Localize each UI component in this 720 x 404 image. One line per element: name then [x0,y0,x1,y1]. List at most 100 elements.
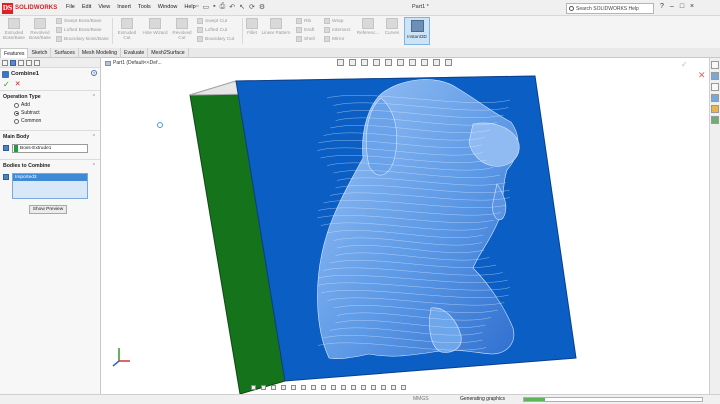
options-icon[interactable]: ⚙ [259,3,265,11]
ok-button[interactable]: ✓ [3,81,10,89]
draft-button[interactable]: Draft [296,27,314,33]
zoom-area-icon[interactable] [349,59,356,66]
print-icon[interactable]: ⎙ [220,3,226,11]
previous-view-icon[interactable] [361,59,368,66]
open-file-icon[interactable]: ▭ [202,3,209,11]
view-icon[interactable] [341,385,346,390]
menu-file[interactable]: File [66,4,75,10]
zoom-to-fit-icon[interactable] [337,59,344,66]
radio-common[interactable]: Common [0,118,100,130]
tab-mesh2surface[interactable]: Mesh2Surface [148,48,189,58]
cancel-button[interactable]: ✕ [15,81,21,89]
bodies-to-combine-group[interactable]: Bodies to Combine ⌃ [0,159,100,171]
view-palette-icon[interactable] [711,94,719,102]
view-icon[interactable] [261,385,266,390]
feature-manager-icon[interactable] [2,60,8,66]
radio-subtract[interactable]: Subtract [0,110,100,118]
maximize-icon[interactable]: □ [680,3,684,10]
search-field[interactable]: Search SOLIDWORKS Help [566,3,654,14]
boundary-cut-button[interactable]: Boundary Cut [197,36,234,42]
view-orientation-icon[interactable] [385,59,392,66]
solidworks-resources-icon[interactable] [711,61,719,69]
curves-button[interactable]: Curves [383,18,401,35]
tab-mesh-modeling[interactable]: Mesh Modeling [79,48,122,58]
view-icon[interactable] [251,385,256,390]
fillet-button[interactable]: Fillet [245,18,259,35]
minimize-icon[interactable]: – [670,3,674,10]
close-icon[interactable]: × [690,3,694,10]
main-body-selection[interactable]: Boss-Extrude1 [12,144,88,153]
model-view[interactable] [101,58,709,394]
bodies-selection-list[interactable]: Imported3 [12,173,88,199]
dimxpert-icon[interactable] [26,60,32,66]
appearance-icon[interactable] [34,60,40,66]
chevron-up-icon[interactable]: ⌃ [92,94,96,100]
tab-sketch[interactable]: Sketch [28,48,52,58]
help-icon[interactable]: ? [91,70,97,76]
view-icon[interactable] [301,385,306,390]
confirm-cancel-icon[interactable]: ✕ [698,70,706,81]
display-style-icon[interactable] [397,59,404,66]
hole-wizard-button[interactable]: Hole Wizard [142,18,168,35]
chevron-up-icon[interactable]: ⌃ [92,134,96,140]
shell-button[interactable]: Shell [296,36,315,42]
solidworks-logo[interactable]: DS SOLIDWORKS [2,2,57,14]
menu-window[interactable]: Window [158,4,178,10]
view-icon[interactable] [331,385,336,390]
help-icon[interactable]: ? [660,3,664,10]
menu-view[interactable]: View [98,4,110,10]
view-icon[interactable] [401,385,406,390]
view-icon[interactable] [311,385,316,390]
boundary-boss-button[interactable]: Boundary Boss/Base [56,36,109,42]
tab-surfaces[interactable]: Surfaces [51,48,79,58]
view-icon[interactable] [351,385,356,390]
menu-insert[interactable]: Insert [117,4,131,10]
view-icon[interactable] [361,385,366,390]
menu-help[interactable]: Help [184,4,195,10]
view-icon[interactable] [381,385,386,390]
view-icon[interactable] [321,385,326,390]
new-file-icon[interactable]: ▫ [196,3,198,11]
menu-tools[interactable]: Tools [138,4,151,10]
view-icon[interactable] [391,385,396,390]
appearances-icon[interactable] [711,105,719,113]
mirror-button[interactable]: Mirror [324,36,345,42]
intersect-button[interactable]: Intersect [324,27,350,33]
lofted-boss-button[interactable]: Lofted Boss/Base [56,27,102,33]
save-icon[interactable]: ▪ [213,3,215,11]
feature-tree-flyout[interactable]: Part1 (Default<<Def... [105,60,162,66]
select-icon[interactable]: ↖ [239,3,245,11]
list-item[interactable]: Imported3 [13,174,87,181]
tab-features[interactable]: Features [0,48,29,58]
custom-properties-icon[interactable] [711,116,719,124]
wrap-button[interactable]: Wrap [324,18,343,24]
radio-button[interactable] [14,102,19,108]
swept-boss-button[interactable]: Swept Boss/Base [56,18,102,24]
scene-icon[interactable] [433,59,440,66]
property-manager-icon[interactable] [10,60,16,66]
view-icon[interactable] [281,385,286,390]
radio-button-selected[interactable] [14,110,19,116]
view-icon[interactable] [291,385,296,390]
configuration-manager-icon[interactable] [18,60,24,66]
edit-appearance-icon[interactable] [421,59,428,66]
design-library-icon[interactable] [711,72,719,80]
revolved-cut-button[interactable]: Revolved Cut [171,18,193,40]
extruded-boss-button[interactable]: Extruded Boss/Base [2,18,26,40]
operation-type-group[interactable]: Operation Type ⌃ [0,90,100,102]
radio-add[interactable]: Add [0,102,100,110]
file-explorer-icon[interactable] [711,83,719,91]
view-settings-icon[interactable] [445,59,452,66]
revolved-boss-button[interactable]: Revolved Boss/Base [28,18,52,40]
rebuild-icon[interactable]: ⟳ [249,3,255,11]
swept-cut-button[interactable]: Swept Cut [197,18,227,24]
lofted-cut-button[interactable]: Lofted Cut [197,27,227,33]
tab-evaluate[interactable]: Evaluate [121,48,149,58]
show-preview-button[interactable]: Show Preview [29,205,67,214]
chevron-up-icon[interactable]: ⌃ [92,163,96,169]
section-view-icon[interactable] [373,59,380,66]
instant3d-button[interactable]: Instant3D [404,17,430,45]
main-body-group[interactable]: Main Body ⌃ [0,130,100,142]
confirm-ok-icon[interactable]: ✓ [681,60,688,69]
undo-icon[interactable]: ↶ [229,3,235,11]
